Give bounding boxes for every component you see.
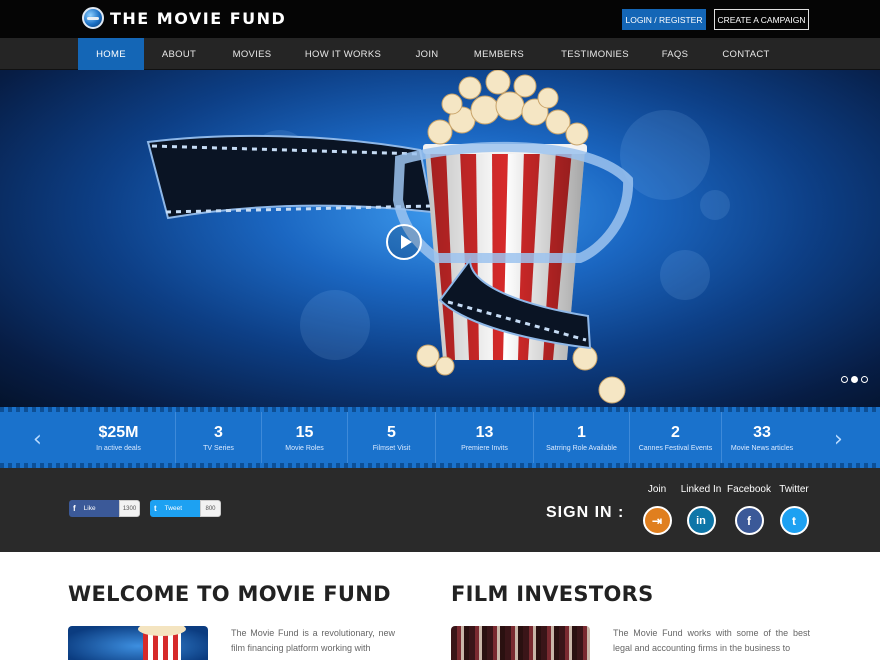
- nav-item-about[interactable]: ABOUT: [144, 38, 214, 70]
- play-video-button[interactable]: [386, 224, 422, 260]
- stat-item: 13 Premiere Invits: [436, 412, 534, 463]
- nav-item-contact[interactable]: CONTACT: [700, 38, 792, 70]
- join-icon[interactable]: ⇥: [642, 506, 672, 535]
- stat-value: 2: [671, 423, 680, 441]
- nav-item-join[interactable]: JOIN: [396, 38, 458, 70]
- film-investors-text: The Movie Fund works with some of the be…: [613, 628, 810, 653]
- stat-label: Cannes Festival Events: [638, 444, 713, 452]
- facebook-like-button[interactable]: f Like 1300: [69, 500, 140, 517]
- welcome-thumbnail[interactable]: [68, 626, 208, 660]
- social-band: f Like 1300 t Tweet 800 SIGN IN : Join ⇥ L…: [0, 468, 880, 552]
- welcome-text: The Movie Fund is a revolutionary, new f…: [231, 628, 395, 653]
- nav-item-how-it-works[interactable]: HOW IT WORKS: [290, 38, 396, 70]
- twitter-icon[interactable]: t: [779, 506, 809, 535]
- tweet-main: t Tweet: [150, 500, 200, 517]
- stat-label: Premiere Invits: [461, 444, 508, 452]
- main-nav: HOME ABOUT MOVIES HOW IT WORKS JOIN MEMB…: [0, 38, 880, 70]
- facebook-icon: f: [73, 504, 76, 513]
- slider-dot[interactable]: [841, 376, 848, 383]
- twitter-caption: Twitter: [779, 484, 809, 495]
- nav-item-members[interactable]: MEMBERS: [458, 38, 540, 70]
- stats-carousel: ‹ › $25M In active deals 3 TV Series 15 …: [0, 407, 880, 468]
- nav-item-movies[interactable]: MOVIES: [214, 38, 290, 70]
- popcorn-film-illustration: [146, 70, 634, 404]
- facebook-caption: Facebook: [727, 484, 771, 495]
- chevron-right-icon[interactable]: ›: [834, 427, 843, 452]
- slider-dot-active[interactable]: [851, 376, 858, 383]
- twitter-option[interactable]: Twitter t: [777, 484, 811, 535]
- stat-value: 13: [475, 423, 494, 441]
- slider-dots: [841, 376, 868, 383]
- sign-in-label: SIGN IN :: [546, 504, 625, 521]
- tweet-count: 800: [200, 500, 221, 517]
- create-campaign-button[interactable]: CREATE A CAMPAIGN: [714, 9, 809, 30]
- stat-label: Filmset Visit: [372, 444, 411, 452]
- site-logo[interactable]: THE MOVIE FUND: [82, 6, 286, 30]
- nav-item-home[interactable]: HOME: [78, 38, 144, 70]
- welcome-heading: WELCOME TO MOVIE FUND: [68, 582, 391, 606]
- stat-item: 15 Movie Roles: [262, 412, 348, 463]
- stat-label: In active deals: [96, 444, 141, 452]
- twitter-icon: t: [154, 504, 157, 513]
- nav-item-faqs[interactable]: FAQS: [650, 38, 700, 70]
- join-option[interactable]: Join ⇥: [640, 484, 674, 535]
- stat-item: 1 Satrring Role Available: [534, 412, 630, 463]
- hero-slider[interactable]: [0, 70, 880, 407]
- stat-label: Movie News articles: [730, 444, 794, 452]
- stat-value: 33: [753, 423, 771, 441]
- stat-item: 33 Movie News articles: [722, 412, 802, 463]
- top-bar: THE MOVIE FUND LOGIN / REGISTER CREATE A…: [0, 0, 880, 38]
- linkedin-icon[interactable]: in: [686, 506, 716, 535]
- like-count: 1300: [119, 500, 140, 517]
- stat-label: TV Series: [203, 444, 234, 452]
- facebook-option[interactable]: Facebook f: [727, 484, 771, 535]
- like-label: Like: [83, 505, 96, 512]
- stat-item: 5 Filmset Visit: [348, 412, 436, 463]
- stat-value: 5: [387, 423, 396, 441]
- like-main: f Like: [69, 500, 119, 517]
- linkedin-option[interactable]: Linked In in: [678, 484, 724, 535]
- logo-text: THE MOVIE FUND: [110, 8, 287, 28]
- nav-item-testimonies[interactable]: TESTIMONIES: [540, 38, 650, 70]
- join-caption: Join: [647, 484, 667, 495]
- login-register-button[interactable]: LOGIN / REGISTER: [622, 9, 706, 30]
- stat-label: Movie Roles: [285, 444, 324, 452]
- stat-item: 3 TV Series: [176, 412, 262, 463]
- film-investors-heading: FILM INVESTORS: [451, 582, 654, 606]
- tweet-label: Tweet: [164, 505, 183, 512]
- facebook-icon[interactable]: f: [734, 506, 764, 535]
- stat-value: 15: [295, 423, 314, 441]
- stat-item: 2 Cannes Festival Events: [630, 412, 722, 463]
- film-investors-thumbnail[interactable]: [451, 626, 590, 660]
- stat-value: $25M: [98, 423, 139, 441]
- chevron-left-icon[interactable]: ‹: [33, 427, 42, 452]
- linkedin-caption: Linked In: [680, 484, 722, 495]
- tweet-button[interactable]: t Tweet 800: [150, 500, 221, 517]
- stat-item: $25M In active deals: [62, 412, 176, 463]
- stat-value: 3: [214, 423, 223, 441]
- stat-value: 1: [577, 423, 586, 441]
- globe-logo-icon: [82, 7, 104, 29]
- stat-label: Satrring Role Available: [546, 444, 617, 452]
- slider-dot[interactable]: [861, 376, 868, 383]
